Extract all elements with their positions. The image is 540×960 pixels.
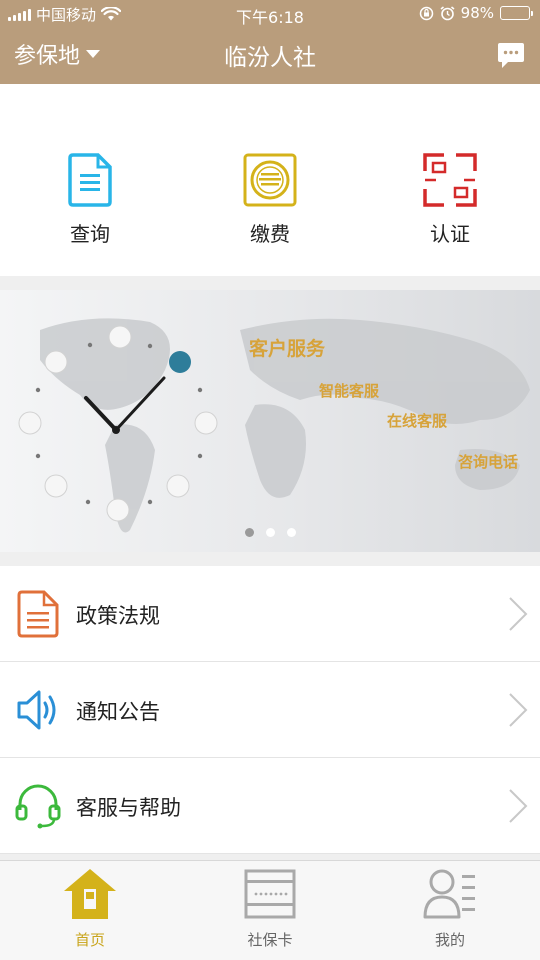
quick-action-label: 认证 <box>430 222 470 246</box>
banner-item: 智能客服 <box>319 382 380 400</box>
menu-item-policy[interactable]: 政策法规 <box>0 566 540 662</box>
headset-icon <box>15 784 61 829</box>
tab-label: 首页 <box>74 931 105 949</box>
tab-social-card[interactable]: 社保卡 <box>210 865 330 950</box>
status-bar: 中国移动 下午6:18 98% <box>0 0 540 28</box>
caret-down-icon <box>86 50 101 58</box>
carousel-dot[interactable] <box>286 528 296 537</box>
quick-actions: 查询 缴费 认证 <box>0 84 540 276</box>
chat-bubble-icon[interactable] <box>496 42 526 70</box>
menu-item-label: 通知公告 <box>76 700 160 724</box>
tab-bar: 首页 社保卡 我的 <box>0 860 540 960</box>
home-icon <box>64 869 116 919</box>
scan-frame-icon <box>423 153 477 207</box>
top-bar: 中国移动 下午6:18 98% 参保地 临汾人社 <box>0 0 540 84</box>
tab-home[interactable]: 首页 <box>30 865 150 950</box>
policy-document-icon <box>17 590 59 638</box>
quick-action-query[interactable]: 查询 <box>30 152 150 247</box>
payment-coin-icon <box>243 153 297 207</box>
banner-artwork <box>18 318 530 533</box>
menu-item-label: 政策法规 <box>76 604 160 628</box>
chevron-right-icon <box>509 789 528 823</box>
region-label: 参保地 <box>14 44 81 69</box>
quick-action-certify[interactable]: 认证 <box>390 152 510 247</box>
menu-item-help[interactable]: 客服与帮助 <box>0 758 540 854</box>
tab-label: 社保卡 <box>247 931 293 949</box>
profile-icon <box>423 869 475 919</box>
speaker-icon <box>17 690 56 730</box>
menu-item-label: 客服与帮助 <box>76 796 181 820</box>
card-icon <box>244 869 296 919</box>
tab-profile[interactable]: 我的 <box>390 865 510 950</box>
quick-action-label: 查询 <box>70 222 110 246</box>
document-query-icon <box>68 153 112 207</box>
carousel-dot[interactable] <box>265 528 275 537</box>
quick-action-payment[interactable]: 缴费 <box>210 152 330 247</box>
banner-heading: 客户服务 <box>249 338 326 360</box>
battery-percentage: 98% <box>460 4 494 22</box>
carousel-indicator[interactable] <box>0 528 540 537</box>
quick-action-label: 缴费 <box>250 222 290 246</box>
battery-icon <box>500 6 533 20</box>
tab-label: 我的 <box>434 931 465 949</box>
orientation-lock-icon <box>419 6 433 20</box>
alarm-icon <box>440 5 455 20</box>
menu-list: 政策法规 通知公告 客服与帮助 <box>0 566 540 854</box>
promo-banner[interactable]: 客户服务 智能客服 在线客服 咨询电话 <box>0 290 540 552</box>
chevron-right-icon <box>509 693 528 727</box>
banner-item: 在线客服 <box>387 412 448 430</box>
region-selector[interactable]: 参保地 <box>14 38 101 70</box>
navigation-bar: 参保地 临汾人社 <box>0 28 540 84</box>
menu-item-notice[interactable]: 通知公告 <box>0 662 540 758</box>
chevron-right-icon <box>509 597 528 631</box>
banner-item: 咨询电话 <box>458 453 519 471</box>
carousel-dot[interactable] <box>244 528 254 537</box>
